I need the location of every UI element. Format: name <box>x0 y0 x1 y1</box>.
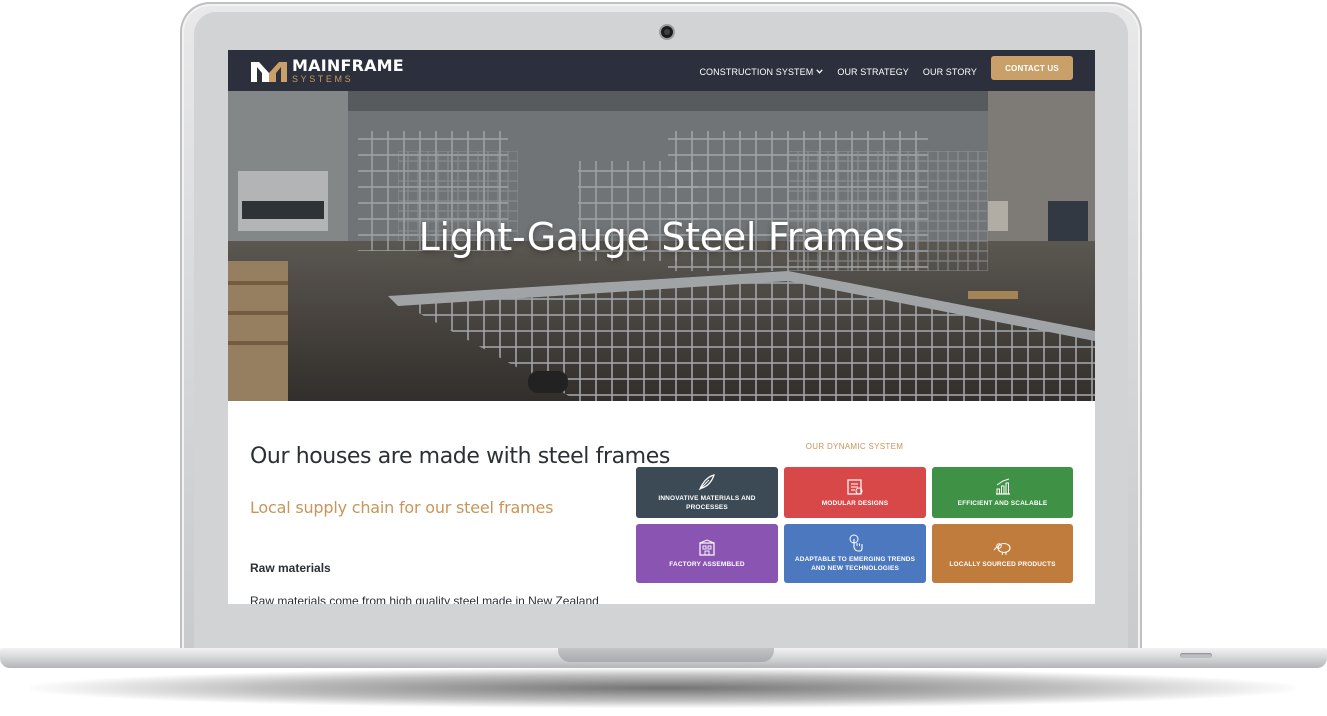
website-screen: MAINFRAME SYSTEMS CONSTRUCTION SYSTEM OU… <box>228 50 1095 604</box>
tile-label: LOCALLY SOURCED PRODUCTS <box>949 560 1056 568</box>
mainframe-logo-icon <box>251 62 287 82</box>
laptop-shadow <box>30 668 1297 708</box>
feather-icon <box>698 474 715 491</box>
nav-construction-system[interactable]: CONSTRUCTION SYSTEM <box>699 66 824 77</box>
chevron-down-icon <box>816 69 824 74</box>
nav-our-story[interactable]: OUR STORY <box>923 67 977 77</box>
contact-us-button[interactable]: CONTACT US <box>991 56 1073 80</box>
tile-label: INNOVATIVE MATERIALS AND PROCESSES <box>658 495 756 511</box>
laptop-foot <box>1180 653 1212 658</box>
section-heading: Our houses are made with steel frames <box>250 444 670 469</box>
laptop-notch <box>558 648 774 662</box>
main-nav: CONSTRUCTION SYSTEM OUR STRATEGY OUR STO… <box>699 56 1073 80</box>
raw-materials-label: Raw materials <box>250 561 331 575</box>
tile-label: FACTORY ASSEMBLED <box>669 560 745 568</box>
camera-icon <box>661 26 673 38</box>
tile-innovative-materials[interactable]: INNOVATIVE MATERIALS AND PROCESSES <box>636 467 778 518</box>
logo[interactable]: MAINFRAME SYSTEMS <box>249 56 404 86</box>
growth-chart-icon <box>995 478 1010 495</box>
factory-icon <box>699 539 715 556</box>
nav-construction-system-label: CONSTRUCTION SYSTEM <box>699 66 814 77</box>
raw-materials-text: Raw materials come from high quality ste… <box>250 594 599 604</box>
section-subheading: Local supply chain for our steel frames <box>250 498 554 517</box>
kiwi-bird-icon <box>993 542 1011 555</box>
site-header: MAINFRAME SYSTEMS CONSTRUCTION SYSTEM OU… <box>228 50 1095 91</box>
blueprint-icon <box>847 479 863 495</box>
logo-name: MAINFRAME <box>292 56 404 75</box>
tile-label: ADAPTABLE TO EMERGING TRENDS AND NEW TEC… <box>794 556 916 572</box>
tile-label: MODULAR DESIGNS <box>821 499 889 507</box>
tile-modular-designs[interactable]: MODULAR DESIGNS <box>784 467 926 518</box>
tile-efficient-scalable[interactable]: EFFICIENT AND SCALABLE <box>932 467 1073 518</box>
dynamic-system-title: OUR DYNAMIC SYSTEM <box>805 442 904 451</box>
tile-locally-sourced[interactable]: LOCALLY SOURCED PRODUCTS <box>932 524 1073 583</box>
hero-title: Light-Gauge Steel Frames <box>418 215 905 259</box>
nav-our-strategy[interactable]: OUR STRATEGY <box>837 67 909 77</box>
tile-adaptable-trends[interactable]: ADAPTABLE TO EMERGING TRENDS AND NEW TEC… <box>784 524 926 583</box>
tile-label: EFFICIENT AND SCALABLE <box>957 499 1048 507</box>
touch-icon <box>849 534 863 552</box>
tile-factory-assembled[interactable]: FACTORY ASSEMBLED <box>636 524 778 583</box>
hero-banner: Light-Gauge Steel Frames <box>228 91 1095 401</box>
logo-tagline: SYSTEMS <box>292 74 354 84</box>
main-content: Our houses are made with steel frames Lo… <box>228 401 1095 604</box>
